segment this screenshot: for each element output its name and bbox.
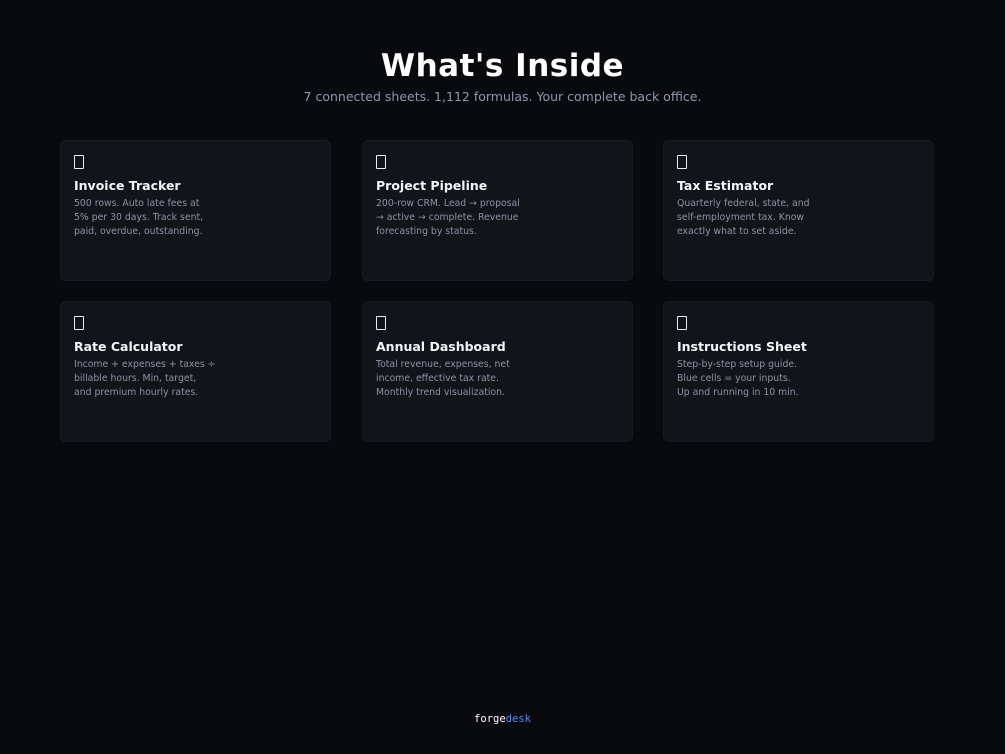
document-icon — [677, 155, 687, 169]
document-icon — [376, 155, 386, 169]
card-annual-dashboard: Annual Dashboard Total revenue, expenses… — [362, 301, 633, 442]
card-tax-estimator: Tax Estimator Quarterly federal, state, … — [663, 140, 934, 281]
card-project-pipeline: Project Pipeline 200-row CRM. Lead → pro… — [362, 140, 633, 281]
card-description: Income + expenses + taxes ÷ billable hou… — [74, 359, 216, 398]
page-title: What's Inside — [380, 48, 625, 84]
card-title: Project Pipeline — [376, 178, 488, 193]
document-icon — [677, 316, 687, 330]
page-subtitle: 7 connected sheets. 1,112 formulas. Your… — [303, 89, 702, 104]
footer-brand-logo: forgedesk — [0, 712, 1005, 726]
page: What's Inside 7 connected sheets. 1,112 … — [0, 0, 1005, 754]
card-title: Tax Estimator — [677, 178, 774, 193]
document-icon — [74, 316, 84, 330]
card-description: 500 rows. Auto late fees at 5% per 30 da… — [74, 198, 204, 237]
card-description: Quarterly federal, state, and self-emplo… — [677, 198, 810, 237]
card-instructions-sheet: Instructions Sheet Step-by-step setup gu… — [663, 301, 934, 442]
document-icon — [376, 316, 386, 330]
card-title: Instructions Sheet — [677, 339, 807, 354]
brand-name-part1: forge — [474, 713, 506, 725]
card-title: Annual Dashboard — [376, 339, 506, 354]
card-title: Invoice Tracker — [74, 178, 181, 193]
card-description: 200-row CRM. Lead → proposal → active → … — [376, 198, 520, 237]
card-title: Rate Calculator — [74, 339, 183, 354]
card-invoice-tracker: Invoice Tracker 500 rows. Auto late fees… — [60, 140, 331, 281]
document-icon — [74, 155, 84, 169]
card-description: Step-by-step setup guide. Blue cells = y… — [677, 359, 799, 398]
card-rate-calculator: Rate Calculator Income + expenses + taxe… — [60, 301, 331, 442]
card-description: Total revenue, expenses, net income, eff… — [376, 359, 510, 398]
brand-name-part2: desk — [505, 713, 531, 725]
